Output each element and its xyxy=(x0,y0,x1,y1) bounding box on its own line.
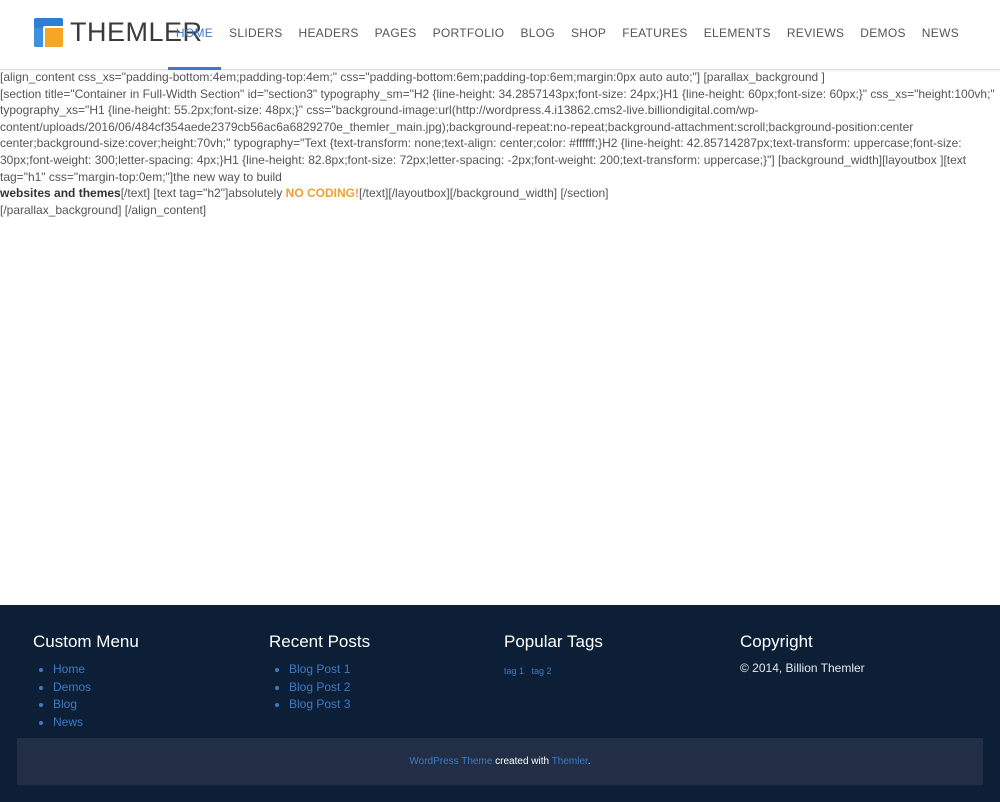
menu-link-news[interactable]: News xyxy=(53,715,83,729)
widget-title: Recent Posts xyxy=(269,632,371,651)
tag-link[interactable]: tag 2 xyxy=(531,666,551,676)
site-footer: Custom Menu Home Demos Blog News Recent … xyxy=(0,605,1000,802)
nav-link[interactable]: FEATURES xyxy=(622,0,688,40)
nav-item-headers[interactable]: HEADERS xyxy=(291,0,367,70)
bold-text: websites and themes xyxy=(0,186,121,201)
list-item: Home xyxy=(53,661,253,679)
nav-link[interactable]: PAGES xyxy=(375,0,417,40)
footer-widgets: Custom Menu Home Demos Blog News Recent … xyxy=(0,605,1000,735)
list-item: Demos xyxy=(53,679,253,697)
nav-link[interactable]: REVIEWS xyxy=(787,0,844,40)
shortcode-text: [/text][/layoutbox][/background_width] [… xyxy=(359,186,609,201)
list-item: Blog Post 1 xyxy=(289,661,489,679)
shortcode-line: [section title="Container in Full-Width … xyxy=(0,86,995,184)
menu-link-blog[interactable]: Blog xyxy=(53,697,77,711)
page-content: [align_content css_xs="padding-bottom:4e… xyxy=(0,69,1000,218)
nav-item-reviews[interactable]: REVIEWS xyxy=(779,0,852,70)
nav-item-shop[interactable]: SHOP xyxy=(563,0,614,70)
nav-item-home[interactable]: HOME xyxy=(167,0,222,70)
widget-title: Popular Tags xyxy=(504,632,603,651)
nav-link[interactable]: HOME xyxy=(176,0,213,40)
list-item: Blog Post 2 xyxy=(289,679,489,697)
widget-title: Custom Menu xyxy=(33,632,139,651)
main-nav: HOME SLIDERS HEADERS PAGES PORTFOLIO BLO… xyxy=(167,0,967,70)
post-link[interactable]: Blog Post 1 xyxy=(289,662,350,676)
nav-item-features[interactable]: FEATURES xyxy=(614,0,696,70)
wordpress-theme-link[interactable]: WordPress Theme xyxy=(409,756,492,767)
nav-link[interactable]: PORTFOLIO xyxy=(433,0,505,40)
nav-item-elements[interactable]: ELEMENTS xyxy=(696,0,779,70)
nav-link[interactable]: SHOP xyxy=(571,0,606,40)
copyright-text: © 2014, Billion Themler xyxy=(740,661,865,675)
themler-link[interactable]: Themler xyxy=(552,756,588,767)
menu-link-demos[interactable]: Demos xyxy=(53,680,91,694)
list-item: Blog xyxy=(53,696,253,714)
nav-item-demos[interactable]: DEMOS xyxy=(852,0,914,70)
nav-item-pages[interactable]: PAGES xyxy=(367,0,425,70)
shortcode-line: websites and themes[/text] [text tag="h2… xyxy=(0,185,1000,202)
site-header: THEMLER HOME SLIDERS HEADERS PAGES PORTF… xyxy=(0,0,1000,70)
list-item: News xyxy=(53,714,253,732)
widget-title: Copyright xyxy=(740,632,813,651)
nav-item-news[interactable]: NEWS xyxy=(914,0,967,70)
footer-bottom-bar: WordPress Theme created with Themler. xyxy=(17,738,983,785)
nav-item-sliders[interactable]: SLIDERS xyxy=(221,0,290,70)
nav-link[interactable]: BLOG xyxy=(520,0,555,40)
list-item: Blog Post 3 xyxy=(289,696,489,714)
nav-item-portfolio[interactable]: PORTFOLIO xyxy=(425,0,513,70)
posts-list: Blog Post 1 Blog Post 2 Blog Post 3 xyxy=(269,661,489,714)
highlight-text: NO CODING! xyxy=(285,186,360,201)
post-link[interactable]: Blog Post 3 xyxy=(289,697,350,711)
nav-link[interactable]: NEWS xyxy=(922,0,959,40)
menu-list: Home Demos Blog News xyxy=(33,661,253,731)
footer-custom-menu: Custom Menu Home Demos Blog News xyxy=(33,631,253,731)
shortcode-text: [/text] [text tag="h2"]absolutely xyxy=(120,186,286,201)
nav-link[interactable]: HEADERS xyxy=(299,0,359,40)
shortcode-line: [align_content css_xs="padding-bottom:4e… xyxy=(0,70,825,84)
tag-link[interactable]: tag 1 xyxy=(504,666,524,676)
credit-end: . xyxy=(587,756,591,767)
nav-link[interactable]: SLIDERS xyxy=(229,0,282,40)
menu-link-home[interactable]: Home xyxy=(53,662,85,676)
nav-link[interactable]: ELEMENTS xyxy=(704,0,771,40)
footer-recent-posts: Recent Posts Blog Post 1 Blog Post 2 Blo… xyxy=(269,631,489,714)
footer-popular-tags: Popular Tags tag 1 tag 2 xyxy=(504,631,724,679)
shortcode-line: [/parallax_background] [/align_content] xyxy=(0,202,207,217)
nav-link[interactable]: DEMOS xyxy=(860,0,906,40)
post-link[interactable]: Blog Post 2 xyxy=(289,680,350,694)
credit-text: created with xyxy=(492,756,552,767)
tag-cloud: tag 1 tag 2 xyxy=(504,661,724,679)
nav-item-blog[interactable]: BLOG xyxy=(512,0,563,70)
themler-logo-icon xyxy=(34,17,63,47)
footer-copyright: Copyright © 2014, Billion Themler xyxy=(740,631,960,676)
